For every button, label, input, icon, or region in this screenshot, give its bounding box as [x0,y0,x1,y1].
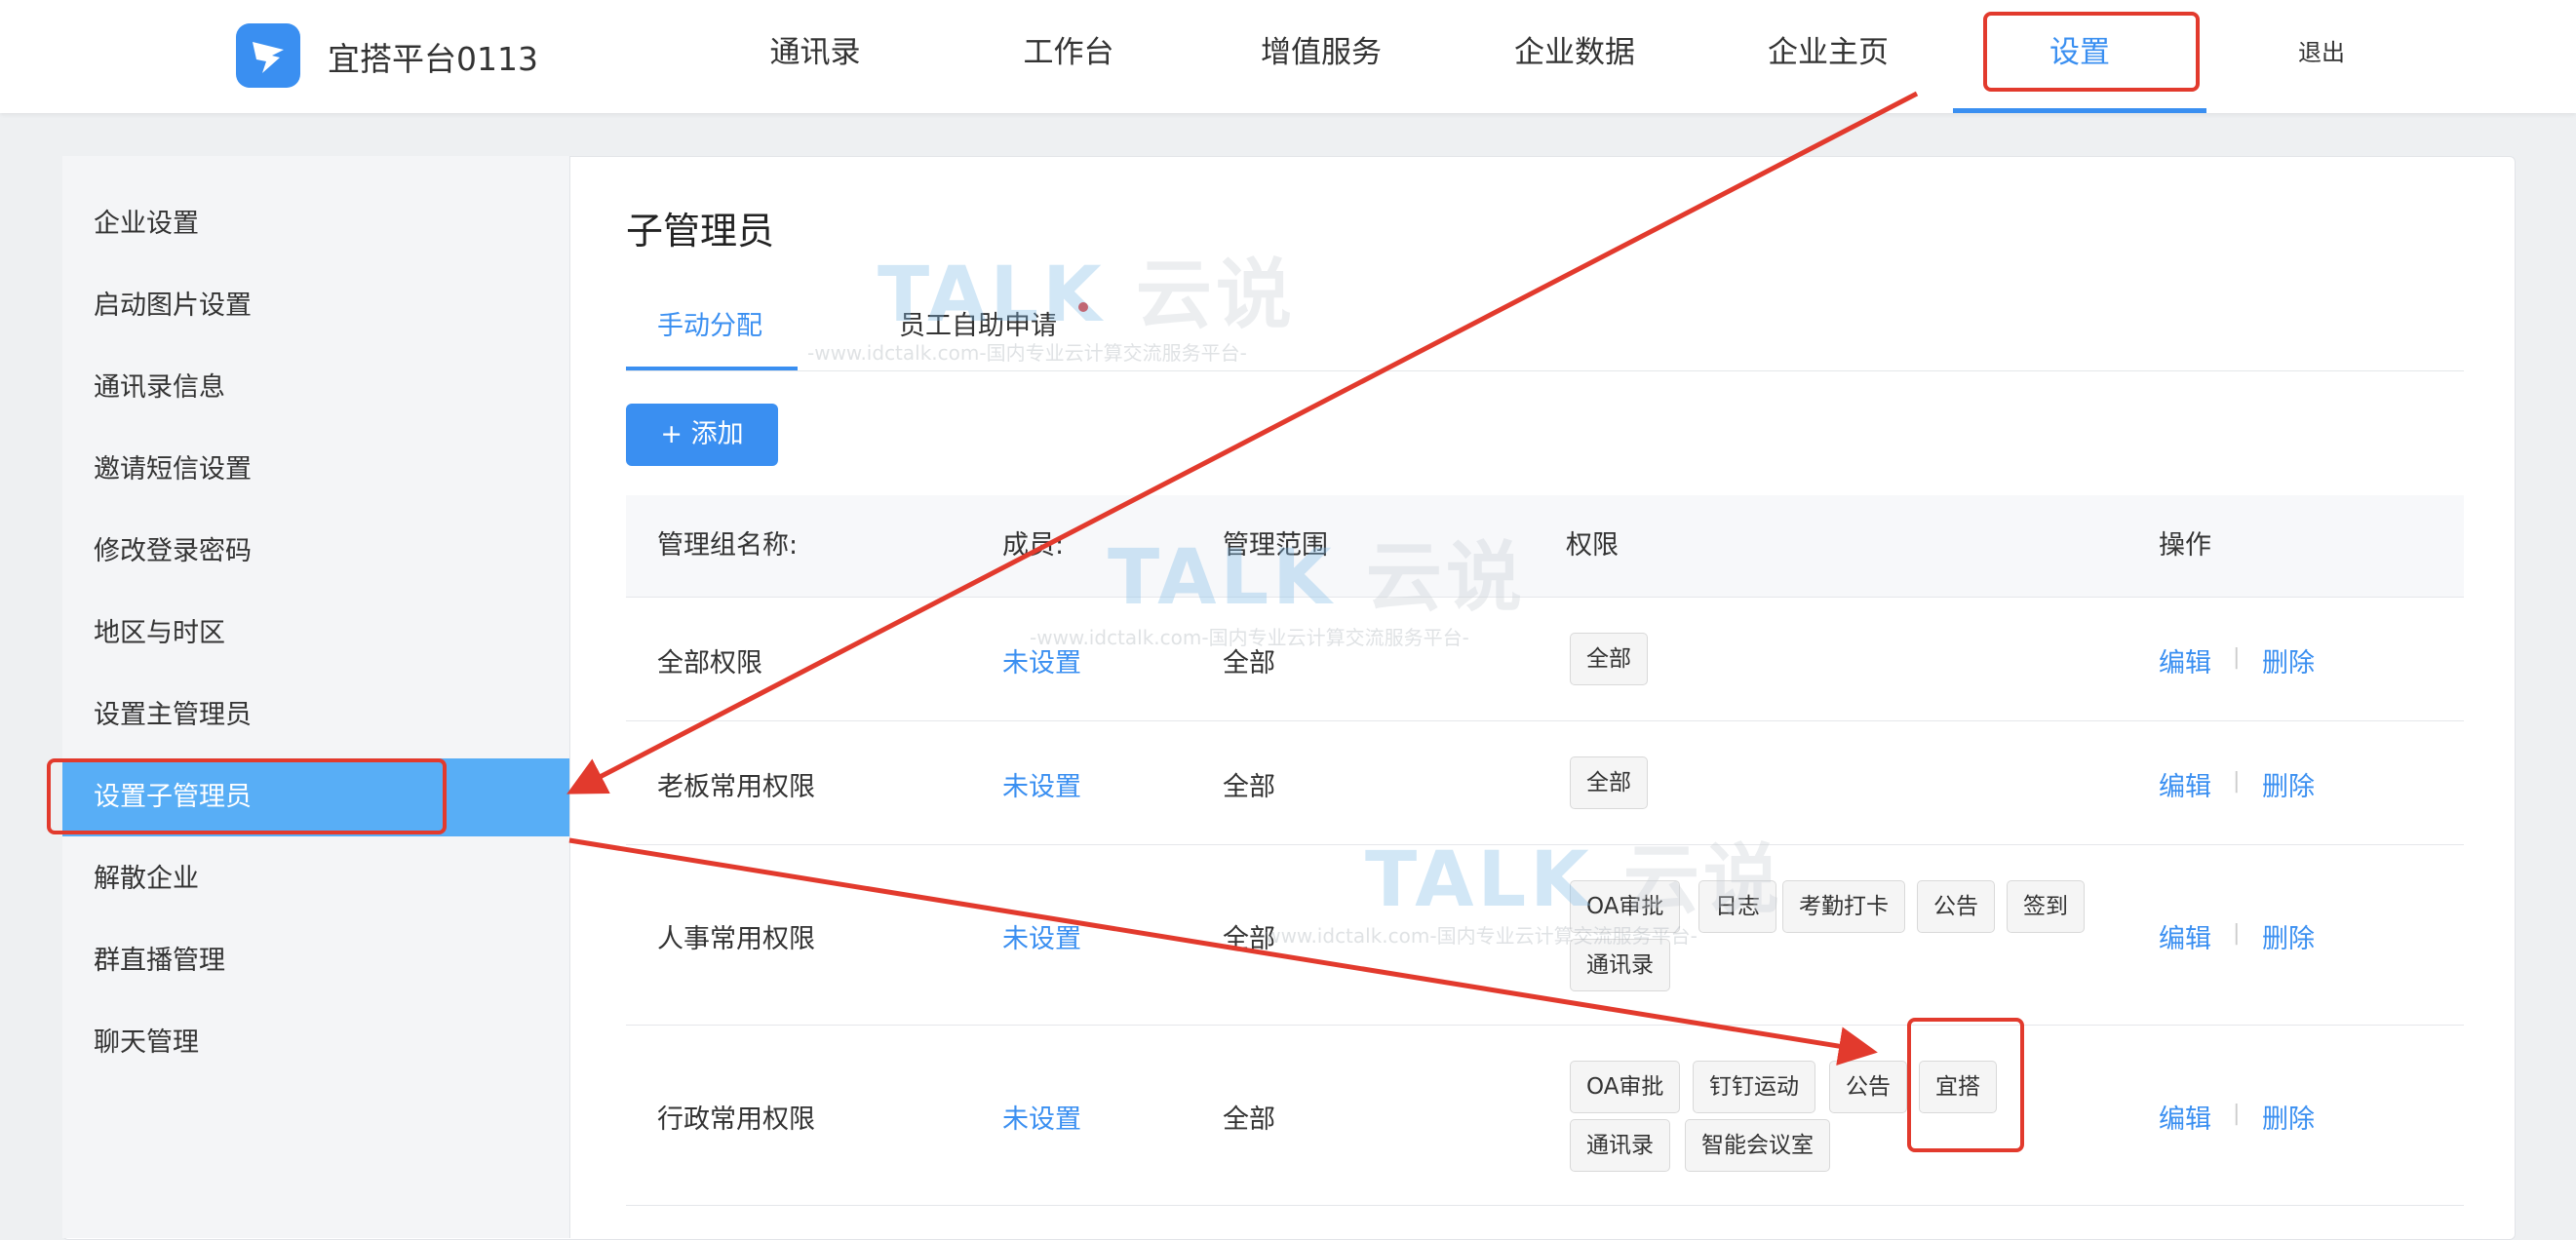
permission-tag: 签到 [2007,880,2085,933]
permission-tag: 全部 [1570,756,1648,809]
sidebar-item-region-timezone[interactable]: 地区与时区 [62,595,569,673]
annotation-box-settings [1983,12,2200,92]
nav-workbench[interactable]: 工作台 [1020,0,1117,109]
sidebar-item-main-admin[interactable]: 设置主管理员 [62,677,569,755]
add-button[interactable]: + 添加 [626,404,778,466]
sidebar-item-invite-sms[interactable]: 邀请短信设置 [62,431,569,509]
edit-link[interactable]: 编辑 [2159,641,2211,679]
sidebar-item-group-live[interactable]: 群直播管理 [62,922,569,1000]
member-link[interactable]: 未设置 [1002,765,1081,803]
delete-link[interactable]: 删除 [2262,917,2315,955]
notification-dot [1078,302,1088,312]
scope-value: 全部 [1223,924,1275,954]
nav-contacts[interactable]: 通讯录 [766,0,864,109]
permission-tag: 公告 [1829,1061,1907,1113]
member-link[interactable]: 未设置 [1002,1098,1081,1136]
action-separator: | [2233,921,2241,946]
action-separator: | [2233,1102,2241,1126]
edit-link[interactable]: 编辑 [2159,765,2211,803]
table-row: 人事常用权限 未设置 全部 OA审批 日志 考勤打卡 公告 签到 通讯录 编辑 … [626,845,2464,1026]
sidebar-item-launch-image[interactable]: 启动图片设置 [62,267,569,345]
tab-self-apply[interactable]: 员工自助申请 [899,304,1057,342]
sidebar-item-chat-management[interactable]: 聊天管理 [62,1004,569,1082]
scope-value: 全部 [1223,772,1275,802]
group-name: 行政常用权限 [657,1104,815,1135]
sidebar-item-contacts-info[interactable]: 通讯录信息 [62,349,569,427]
annotation-box-sub-admin [47,758,447,834]
tab-divider [626,370,2464,371]
member-link[interactable]: 未设置 [1002,641,1081,679]
permission-tag: 智能会议室 [1685,1119,1830,1172]
col-group-name: 管理组名称: [657,530,799,561]
nav-enterprise-data[interactable]: 企业数据 [1511,0,1638,109]
sidebar-item-enterprise-settings[interactable]: 企业设置 [62,185,569,263]
scope-value: 全部 [1223,648,1275,678]
delete-link[interactable]: 删除 [2262,765,2315,803]
logout-link[interactable]: 退出 [2287,0,2356,109]
col-scope: 管理范围 [1223,530,1328,561]
permission-tag: 全部 [1570,633,1648,685]
permission-tag: OA审批 [1570,1061,1681,1113]
table-header: 管理组名称: 成员: 管理范围 权限 操作 [626,495,2464,598]
delete-link[interactable]: 删除 [2262,1098,2315,1136]
action-separator: | [2233,769,2241,794]
permission-tag: 日志 [1698,880,1776,933]
delete-link[interactable]: 删除 [2262,641,2315,679]
group-name: 老板常用权限 [657,772,815,802]
table-row: 全部权限 未设置 全部 全部 编辑 | 删除 [626,598,2464,721]
permission-tag: 通讯录 [1570,1119,1670,1172]
nav-enterprise-homepage[interactable]: 企业主页 [1765,0,1892,109]
annotation-box-yida [1907,1018,2024,1152]
col-members: 成员: [1002,530,1065,561]
edit-link[interactable]: 编辑 [2159,917,2211,955]
org-name: 宜搭平台0113 [328,40,538,78]
sidebar-item-change-password[interactable]: 修改登录密码 [62,513,569,591]
table-row: 行政常用权限 未设置 全部 OA审批 钉钉运动 公告 宜搭 通讯录 智能会议室 … [626,1026,2464,1206]
page-title: 子管理员 [626,210,775,252]
tab-manual-assign[interactable]: 手动分配 [657,304,762,342]
col-permissions: 权限 [1566,530,1619,561]
permission-tag: 通讯录 [1570,939,1670,991]
member-link[interactable]: 未设置 [1002,917,1081,955]
permission-tag: 钉钉运动 [1693,1061,1815,1113]
group-name: 全部权限 [657,648,762,678]
col-actions: 操作 [2159,530,2211,561]
edit-link[interactable]: 编辑 [2159,1098,2211,1136]
permission-tag: OA审批 [1570,880,1681,933]
dingtalk-logo-icon[interactable] [236,23,300,88]
action-separator: | [2233,645,2241,670]
table-row: 老板常用权限 未设置 全部 全部 编辑 | 删除 [626,721,2464,845]
nav-value-added-services[interactable]: 增值服务 [1258,0,1385,109]
group-name: 人事常用权限 [657,924,815,954]
scope-value: 全部 [1223,1104,1275,1135]
permission-tag: 考勤打卡 [1782,880,1905,933]
sidebar-item-dissolve-enterprise[interactable]: 解散企业 [62,840,569,918]
permission-tag: 公告 [1917,880,1995,933]
